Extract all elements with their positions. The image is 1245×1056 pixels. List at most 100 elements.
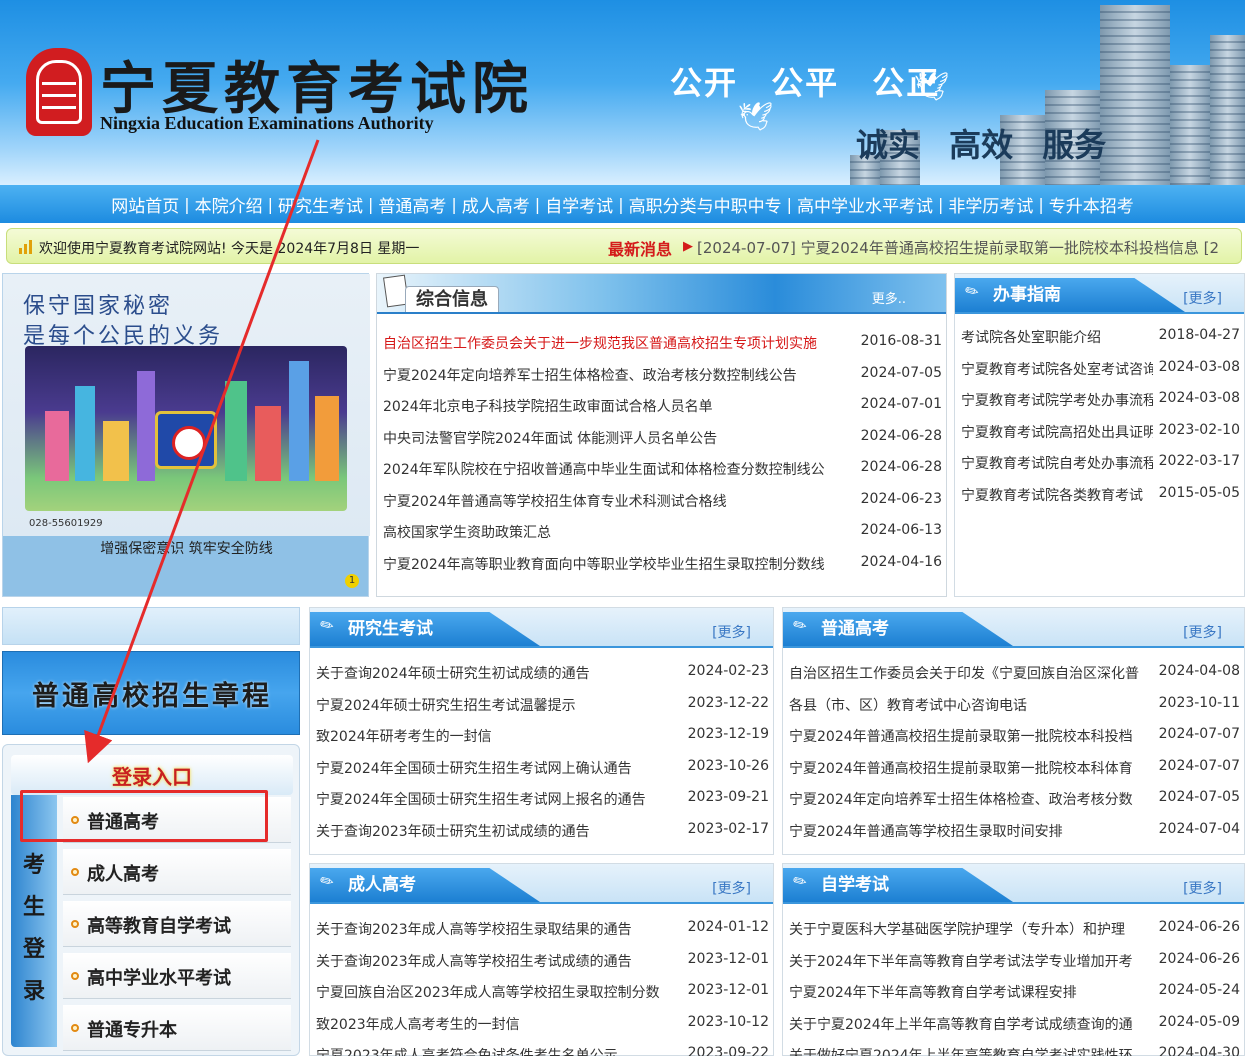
news-title-link[interactable]: 关于查询2023年硕士研究生初试成绩的通告 xyxy=(316,821,678,841)
general-info-more-link[interactable]: 更多.. xyxy=(872,288,906,307)
news-row[interactable]: 关于查询2023年硕士研究生初试成绩的通告 2023-02-17 xyxy=(310,814,773,846)
nav-item[interactable]: 普通高考 xyxy=(373,192,451,217)
self-study-more-link[interactable]: [更多] xyxy=(1183,878,1222,898)
graduate-exam-more-link[interactable]: [更多] xyxy=(712,622,751,642)
login-entry-item[interactable]: 成人高考 xyxy=(63,849,291,895)
news-row[interactable]: 宁夏2024年定向培养军士招生体格检查、政治考核分数 2024-07-05 xyxy=(783,782,1244,814)
news-row[interactable]: 宁夏2024年普通高校招生提前录取第一批院校本科投档 2024-07-07 xyxy=(783,719,1244,751)
gaokao-more-link[interactable]: [更多] xyxy=(1183,622,1222,642)
news-title-link[interactable]: 宁夏2024年硕士研究生招生考试温馨提示 xyxy=(316,695,678,715)
news-title-link[interactable]: 关于2024年下半年高等教育自学考试法学专业增加开考 xyxy=(789,951,1151,971)
nav-item[interactable]: 本院介绍 xyxy=(190,192,268,217)
news-row[interactable]: 关于宁夏2024年上半年高等教育自学考试成绩查询的通 2024-05-09 xyxy=(783,1007,1244,1039)
news-row[interactable]: 考试院各处室职能介绍 2018-04-27 xyxy=(955,320,1244,352)
login-entry-item[interactable]: 高中学业水平考试 xyxy=(63,953,291,999)
news-row[interactable]: 宁夏2024年普通高校招生提前录取第一批院校本科体育 2024-07-07 xyxy=(783,751,1244,783)
news-title-link[interactable]: 中央司法警官学院2024年面试 体能测评人员名单公告 xyxy=(383,428,855,448)
news-title-link[interactable]: 宁夏教育考试院学考处办事流程 xyxy=(961,390,1153,410)
news-row[interactable]: 宁夏教育考试院学考处办事流程 2024-03-08 xyxy=(955,383,1244,415)
news-row[interactable]: 关于查询2023年成人高等学校招生录取结果的通告 2024-01-12 xyxy=(310,912,773,944)
news-row[interactable]: 2024年北京电子科技学院招生政审面试合格人员名单 2024-07-01 xyxy=(377,389,946,421)
news-row[interactable]: 宁夏2024年下半年高等教育自学考试课程安排 2024-05-24 xyxy=(783,975,1244,1007)
news-title-link[interactable]: 宁夏2024年高等职业教育面向中等职业学校毕业生招生录取控制分数线 xyxy=(383,554,855,574)
news-title-link[interactable]: 宁夏2024年全国硕士研究生招生考试网上确认通告 xyxy=(316,758,678,778)
news-title-link[interactable]: 2024年军队院校在宁招收普通高中毕业生面试和体格检查分数控制线公 xyxy=(383,459,855,479)
news-row[interactable]: 宁夏2024年普通高等学校招生体育专业术科测试合格线 2024-06-23 xyxy=(377,484,946,516)
news-title-link[interactable]: 各县（市、区）教育考试中心咨询电话 xyxy=(789,695,1151,715)
news-title-link[interactable]: 宁夏2024年普通高校招生提前录取第一批院校本科投档 xyxy=(789,726,1151,746)
news-row[interactable]: 宁夏2023年成人高考符合免试条件考生名单公示 2023-09-22 xyxy=(310,1038,773,1056)
nav-item[interactable]: 非学历考试 xyxy=(943,192,1038,217)
nav-item[interactable]: 成人高考 xyxy=(457,192,535,217)
news-row[interactable]: 关于宁夏医科大学基础医学院护理学（专升本）和护理 2024-06-26 xyxy=(783,912,1244,944)
news-row[interactable]: 中央司法警官学院2024年面试 体能测评人员名单公告 2024-06-28 xyxy=(377,421,946,453)
login-entry-item[interactable]: 普通专升本 xyxy=(63,1005,291,1051)
news-title-link[interactable]: 关于宁夏医科大学基础医学院护理学（专升本）和护理 xyxy=(789,919,1151,939)
news-row[interactable]: 宁夏教育考试院各类教育考试 2015-05-05 xyxy=(955,478,1244,510)
news-row[interactable]: 宁夏回族自治区2023年成人高等学校招生录取控制分数 2023-12-01 xyxy=(310,975,773,1007)
news-row[interactable]: 宁夏2024年全国硕士研究生招生考试网上报名的通告 2023-09-21 xyxy=(310,782,773,814)
news-row[interactable]: 宁夏教育考试院各处室考试咨询电话 2024-03-08 xyxy=(955,352,1244,384)
nav-item[interactable]: 网站首页 xyxy=(106,192,184,217)
news-title-link[interactable]: 致2023年成人高考考生的一封信 xyxy=(316,1014,678,1034)
news-title-link[interactable]: 宁夏教育考试院各处室考试咨询电话 xyxy=(961,359,1153,379)
news-row[interactable]: 宁夏2024年全国硕士研究生招生考试网上确认通告 2023-10-26 xyxy=(310,751,773,783)
news-title-link[interactable]: 宁夏2024年定向培养军士招生体格检查、政治考核分数 xyxy=(789,789,1151,809)
nav-item[interactable]: 研究生考试 xyxy=(273,192,368,217)
site-logo-subtitle[interactable]: Ningxia Education Examinations Authority xyxy=(100,113,434,134)
news-row[interactable]: 2024年军队院校在宁招收普通高中毕业生面试和体格检查分数控制线公 2024-06… xyxy=(377,452,946,484)
news-title-link[interactable]: 宁夏回族自治区2023年成人高等学校招生录取控制分数 xyxy=(316,982,678,1002)
news-title-link[interactable]: 宁夏教育考试院高招处出具证明 xyxy=(961,422,1153,442)
news-title-link[interactable]: 宁夏2024年普通高校招生提前录取第一批院校本科体育 xyxy=(789,758,1151,778)
news-title-link[interactable]: 自治区招生工作委员会关于印发《宁夏回族自治区深化普 xyxy=(789,663,1151,683)
news-title-link[interactable]: 高校国家学生资助政策汇总 xyxy=(383,522,855,542)
news-row[interactable]: 自治区招生工作委员会关于印发《宁夏回族自治区深化普 2024-04-08 xyxy=(783,656,1244,688)
news-row[interactable]: 关于做好宁夏2024年上半年高等教育自学考试实践性环 2024-04-30 xyxy=(783,1038,1244,1056)
service-guide-more-link[interactable]: [更多] xyxy=(1183,288,1222,308)
news-row[interactable]: 致2023年成人高考考生的一封信 2023-10-12 xyxy=(310,1007,773,1039)
news-title-link[interactable]: 自治区招生工作委员会关于进一步规范我区普通高校招生专项计划实施 xyxy=(383,333,855,353)
login-entry-item[interactable]: 高等教育自学考试 xyxy=(63,901,291,947)
news-title-link[interactable]: 关于查询2023年成人高等学校招生考试成绩的通告 xyxy=(316,951,678,971)
news-title-link[interactable]: 致2024年研考考生的一封信 xyxy=(316,726,678,746)
news-row[interactable]: 关于2024年下半年高等教育自学考试法学专业增加开考 2024-06-26 xyxy=(783,944,1244,976)
banner-poster-image[interactable]: 保守国家秘密 是每个公民的义务 028-55601929 xyxy=(3,274,370,536)
nav-item[interactable]: 高职分类与中职中专 xyxy=(624,192,787,217)
nav-item[interactable]: 高中学业水平考试 xyxy=(792,192,938,217)
news-title-link[interactable]: 宁夏2024年定向培养军士招生体格检查、政治考核分数控制线公告 xyxy=(383,365,855,385)
news-row[interactable]: 宁夏教育考试院自考处办事流程 2022-03-17 xyxy=(955,446,1244,478)
news-row[interactable]: 宁夏2024年硕士研究生招生考试温馨提示 2023-12-22 xyxy=(310,688,773,720)
news-row[interactable]: 自治区招生工作委员会关于进一步规范我区普通高校招生专项计划实施 2016-08-3… xyxy=(377,326,946,358)
news-row[interactable]: 关于查询2024年硕士研究生初试成绩的通告 2024-02-23 xyxy=(310,656,773,688)
news-row[interactable]: 宁夏2024年普通高等学校招生录取时间安排 2024-07-04 xyxy=(783,814,1244,846)
news-title-link[interactable]: 宁夏2024年普通高等学校招生体育专业术科测试合格线 xyxy=(383,491,855,511)
news-title-link[interactable]: 宁夏2024年下半年高等教育自学考试课程安排 xyxy=(789,982,1151,1002)
news-title-link[interactable]: 宁夏2024年普通高等学校招生录取时间安排 xyxy=(789,821,1151,841)
news-row[interactable]: 高校国家学生资助政策汇总 2024-06-13 xyxy=(377,515,946,547)
news-title-link[interactable]: 宁夏2023年成人高考符合免试条件考生名单公示 xyxy=(316,1045,678,1056)
carousel-page-indicator[interactable]: 1 xyxy=(345,574,359,588)
news-title-link[interactable]: 宁夏教育考试院自考处办事流程 xyxy=(961,453,1153,473)
news-title-link[interactable]: 关于查询2024年硕士研究生初试成绩的通告 xyxy=(316,663,678,683)
news-row[interactable]: 宁夏2024年高等职业教育面向中等职业学校毕业生招生录取控制分数线 2024-04… xyxy=(377,547,946,579)
banner-carousel[interactable]: 保守国家秘密 是每个公民的义务 028-55601929 增强保密意识 筑牢安全… xyxy=(2,273,370,597)
logo-seal-icon[interactable] xyxy=(26,48,92,136)
news-row[interactable]: 宁夏2024年定向培养军士招生体格检查、政治考核分数控制线公告 2024-07-0… xyxy=(377,358,946,390)
news-title-link[interactable]: 关于查询2023年成人高等学校招生录取结果的通告 xyxy=(316,919,678,939)
admission-charter-button[interactable]: 普通高校招生章程 xyxy=(2,651,300,735)
news-title-link[interactable]: 关于宁夏2024年上半年高等教育自学考试成绩查询的通 xyxy=(789,1014,1151,1034)
news-row[interactable]: 各县（市、区）教育考试中心咨询电话 2023-10-11 xyxy=(783,688,1244,720)
news-title-link[interactable]: 宁夏教育考试院各类教育考试 xyxy=(961,485,1153,505)
news-title-link[interactable]: 考试院各处室职能介绍 xyxy=(961,327,1153,347)
news-title-link[interactable]: 2024年北京电子科技学院招生政审面试合格人员名单 xyxy=(383,396,855,416)
news-row[interactable]: 宁夏教育考试院高招处出具证明 2023-02-10 xyxy=(955,415,1244,447)
latest-news-link[interactable]: [2024-07-07] 宁夏2024年普通高校招生提前录取第一批院校本科投档信… xyxy=(697,237,1219,258)
adult-exam-more-link[interactable]: [更多] xyxy=(712,878,751,898)
nav-item[interactable]: 专升本招考 xyxy=(1044,192,1139,217)
nav-item[interactable]: 自学考试 xyxy=(540,192,618,217)
news-row[interactable]: 致2024年研考考生的一封信 2023-12-19 xyxy=(310,719,773,751)
news-title-link[interactable]: 关于做好宁夏2024年上半年高等教育自学考试实践性环 xyxy=(789,1045,1151,1056)
news-row[interactable]: 关于查询2023年成人高等学校招生考试成绩的通告 2023-12-01 xyxy=(310,944,773,976)
banner-caption[interactable]: 增强保密意识 筑牢安全防线 xyxy=(3,538,370,558)
news-title-link[interactable]: 宁夏2024年全国硕士研究生招生考试网上报名的通告 xyxy=(316,789,678,809)
